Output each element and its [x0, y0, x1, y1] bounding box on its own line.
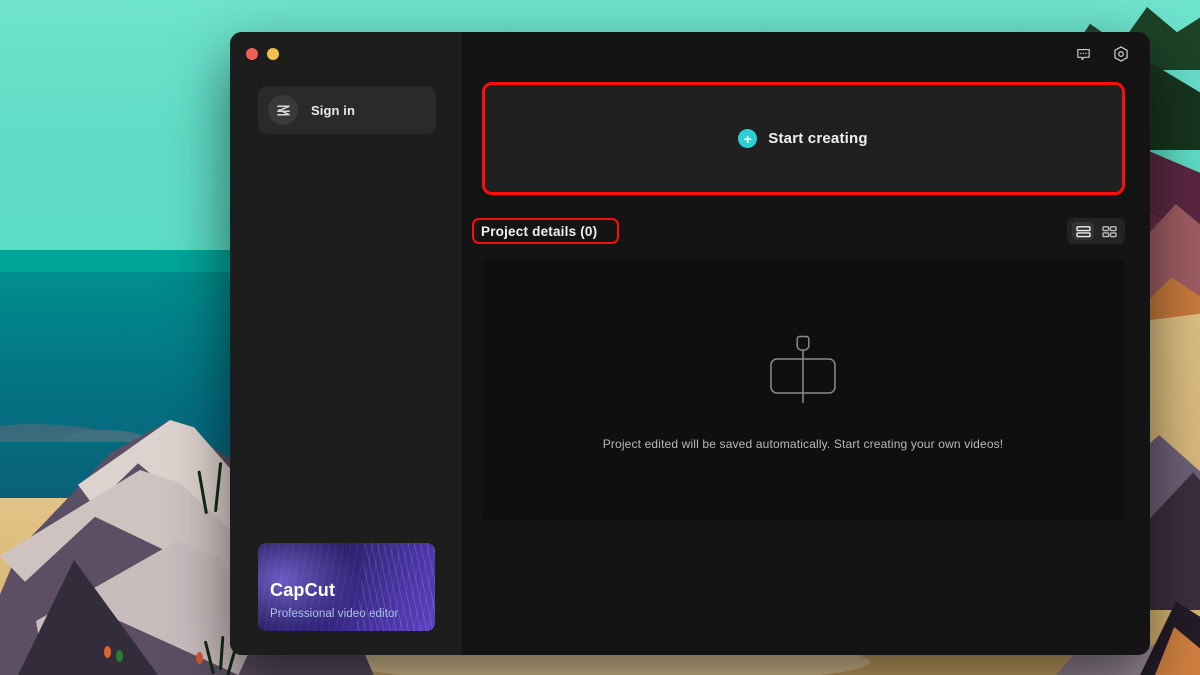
- view-toggle-group: [1067, 218, 1125, 244]
- empty-state-message: Project edited will be saved automatical…: [603, 437, 1004, 451]
- start-creating-button[interactable]: + Start creating: [483, 83, 1123, 194]
- sign-in-button[interactable]: Sign in: [258, 86, 436, 134]
- plus-icon: +: [738, 129, 757, 148]
- wallpaper-flower-2: [116, 650, 123, 662]
- project-details-title: Project details (0): [481, 224, 597, 239]
- start-creating-content: + Start creating: [738, 129, 868, 148]
- capcut-app-window: Sign in CapCut Professional video editor: [230, 32, 1150, 655]
- feedback-icon[interactable]: [1070, 41, 1096, 67]
- window-controls: [246, 48, 279, 60]
- desktop-background: Sign in CapCut Professional video editor: [0, 0, 1200, 675]
- sidebar: Sign in CapCut Professional video editor: [230, 32, 463, 655]
- minimize-window-button[interactable]: [267, 48, 279, 60]
- empty-project-clip-icon: [751, 330, 855, 415]
- promo-title: CapCut: [270, 580, 335, 601]
- top-bar: [463, 32, 1150, 76]
- project-details-header: Project details (0): [481, 218, 1125, 244]
- capcut-logo-icon: [268, 95, 298, 125]
- wallpaper-flower-1: [104, 646, 111, 658]
- promo-subtitle: Professional video editor: [270, 608, 398, 620]
- settings-gear-icon[interactable]: [1108, 41, 1134, 67]
- close-window-button[interactable]: [246, 48, 258, 60]
- project-list-empty-panel: Project edited will be saved automatical…: [481, 259, 1125, 521]
- start-creating-label: Start creating: [768, 130, 868, 147]
- grid-view-button[interactable]: [1098, 222, 1120, 240]
- capcut-promo-card[interactable]: CapCut Professional video editor: [258, 543, 435, 631]
- sign-in-label: Sign in: [311, 103, 355, 118]
- list-view-button[interactable]: [1072, 222, 1094, 240]
- main-content: + Start creating Project detai: [463, 32, 1150, 655]
- wallpaper-flower-3: [196, 652, 203, 664]
